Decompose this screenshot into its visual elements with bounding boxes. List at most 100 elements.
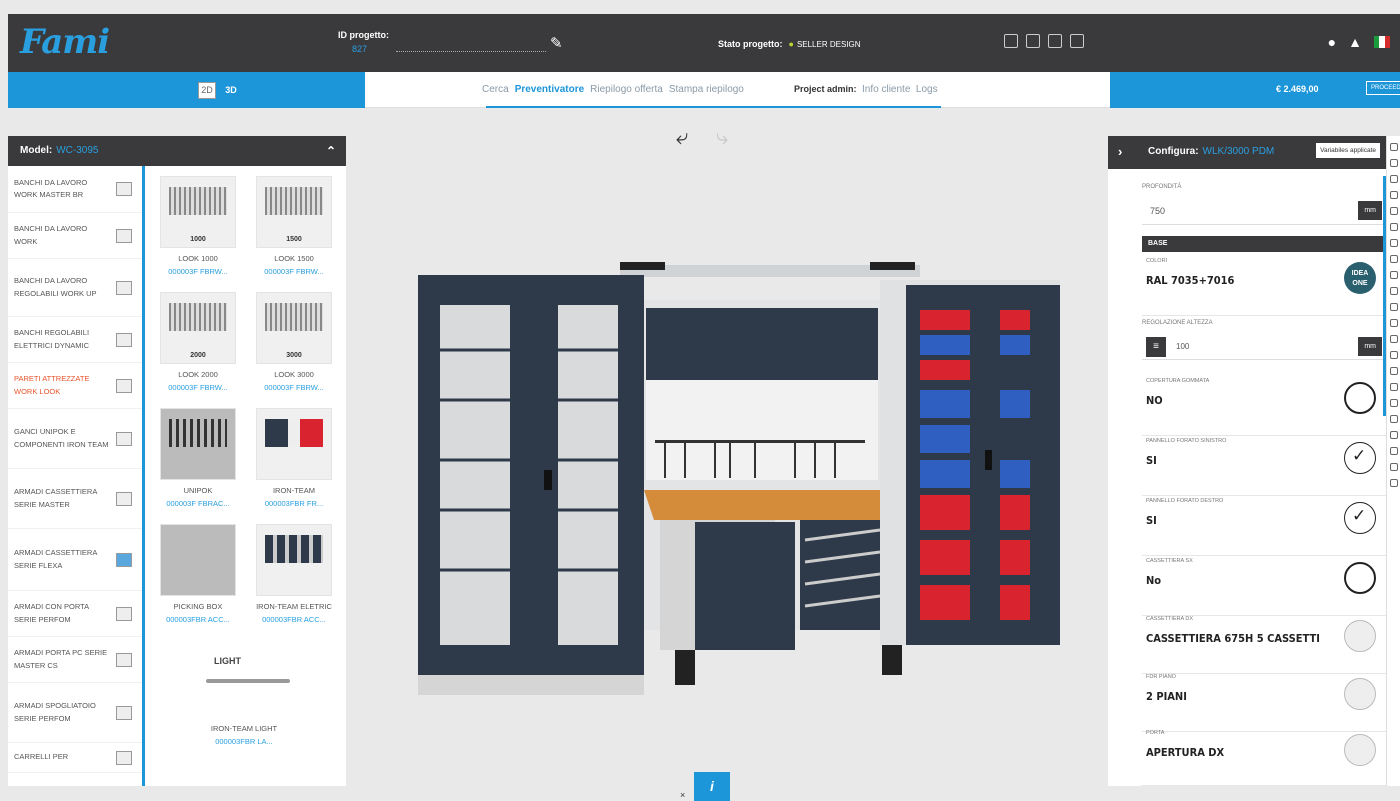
info-cliente-link[interactable]: Info cliente xyxy=(862,84,910,95)
door-thumb-icon[interactable] xyxy=(1344,734,1376,766)
shelf-thumb-icon[interactable] xyxy=(1344,678,1376,710)
product-code[interactable]: 000003F FBRAC... xyxy=(154,499,242,508)
close-x-icon[interactable]: × xyxy=(680,790,685,800)
option-cassettiera-dx[interactable]: CASSETTIERA DX CASSETTIERA 675H 5 CASSET… xyxy=(1142,616,1386,674)
folder-icon[interactable] xyxy=(1048,34,1062,48)
option-cassettiera-sx[interactable]: CASSETTIERA SX No xyxy=(1142,558,1386,616)
product-card[interactable]: PICKING BOX 000003FBR ACC... xyxy=(154,524,242,624)
category-item[interactable]: ARMADI CASSETTIERA SERIE FLEXA xyxy=(8,529,142,591)
product-code[interactable]: 000003F FBRW... xyxy=(250,383,338,392)
product-code[interactable]: 000003FBR ACC... xyxy=(154,615,242,624)
left-cabinet[interactable] xyxy=(418,275,644,695)
category-item[interactable]: ARMADI SPOGLIATOIO SERIE PERFOM xyxy=(8,683,142,743)
product-card[interactable]: 1000 LOOK 1000 000003F FBRW... xyxy=(154,176,242,276)
tool-icon[interactable] xyxy=(1389,191,1398,199)
tab-cerca[interactable]: Cerca xyxy=(482,84,509,95)
italian-flag-icon[interactable] xyxy=(1374,36,1390,48)
drawer-thumb-icon[interactable] xyxy=(1344,620,1376,652)
proceed-button[interactable]: PROCEED xyxy=(1366,81,1400,95)
category-item[interactable]: CARRELLI PER xyxy=(8,743,142,773)
collapse-chevron-icon[interactable]: ⌃ xyxy=(326,144,336,158)
info-panel-button[interactable]: i xyxy=(694,772,730,801)
tool-icon[interactable] xyxy=(1389,351,1398,359)
tool-icon[interactable] xyxy=(1389,367,1398,375)
tool-icon[interactable] xyxy=(1389,143,1398,151)
file-icon[interactable] xyxy=(1004,34,1018,48)
category-item[interactable]: BANCHI DA LAVORO WORK xyxy=(8,213,142,259)
chevron-right-icon[interactable]: › xyxy=(1118,144,1122,159)
tool-icon[interactable] xyxy=(1389,223,1398,231)
view-3d-button[interactable]: 3D xyxy=(222,82,240,99)
project-name-input[interactable] xyxy=(396,48,546,52)
user-icon[interactable]: ● xyxy=(1328,34,1336,50)
regolazione-input[interactable]: ≡ 100 mm xyxy=(1142,334,1386,360)
product-code[interactable]: 000003F FBRW... xyxy=(154,383,242,392)
product-code[interactable]: 000003FBR ACC... xyxy=(250,615,338,624)
tool-icon[interactable] xyxy=(1389,479,1398,487)
tool-icon[interactable] xyxy=(1389,255,1398,263)
product-card[interactable]: 3000 LOOK 3000 000003F FBRW... xyxy=(250,292,338,392)
product-card[interactable]: IRON-TEAM LIGHT 000003FBR LA... xyxy=(200,724,288,746)
product-card[interactable]: IRON-TEAM 000003FBR FR... xyxy=(250,408,338,508)
empty-circle-icon[interactable] xyxy=(1344,382,1376,414)
product-code[interactable]: 000003F FBRW... xyxy=(250,267,338,276)
grid-icon[interactable] xyxy=(1070,34,1084,48)
logs-link[interactable]: Logs xyxy=(916,84,938,95)
right-cabinet[interactable] xyxy=(880,280,1060,645)
category-item[interactable]: BANCHI DA LAVORO REGOLABILI WORK UP xyxy=(8,259,142,317)
save-icon[interactable] xyxy=(1026,34,1040,48)
worktop[interactable] xyxy=(644,490,920,520)
light-product-image[interactable] xyxy=(206,679,290,683)
tool-icon[interactable] xyxy=(1389,175,1398,183)
bell-icon[interactable]: ▲ xyxy=(1348,34,1362,50)
product-card[interactable]: IRON-TEAM ELETRIC 000003FBR ACC... xyxy=(250,524,338,624)
category-item[interactable]: ARMADI CON PORTA SERIE PERFOM xyxy=(8,591,142,637)
tool-icon[interactable] xyxy=(1389,463,1398,471)
undo-arrow-icon[interactable]: ⤶ xyxy=(676,124,688,150)
product-code[interactable]: 000003FBR LA... xyxy=(200,737,288,746)
tool-icon[interactable] xyxy=(1389,415,1398,423)
product-code[interactable]: 000003FBR FR... xyxy=(250,499,338,508)
product-card[interactable]: 2000 LOOK 2000 000003F FBRW... xyxy=(154,292,242,392)
category-item[interactable]: ARMADI PORTA PC SERIE MASTER CS xyxy=(8,637,142,683)
tab-stampa-riepilogo[interactable]: Stampa riepilogo xyxy=(669,84,744,95)
tab-preventivatore[interactable]: Preventivatore xyxy=(515,84,584,95)
view-2d-button[interactable]: 2D xyxy=(198,82,216,99)
tool-icon[interactable] xyxy=(1389,399,1398,407)
variables-applied-button[interactable]: Variabiles applicate xyxy=(1316,143,1380,158)
redo-arrow-icon[interactable]: ⤷ xyxy=(716,124,728,150)
fami-logo[interactable]: Fami xyxy=(20,22,110,62)
tool-icon[interactable] xyxy=(1389,239,1398,247)
profondita-input[interactable]: 750 mm xyxy=(1142,197,1386,225)
tool-icon[interactable] xyxy=(1389,335,1398,343)
product-card[interactable]: 1500 LOOK 1500 000003F FBRW... xyxy=(250,176,338,276)
tool-icon[interactable] xyxy=(1389,303,1398,311)
product-card[interactable]: UNIPOK 000003F FBRAC... xyxy=(154,408,242,508)
edit-pencil-icon[interactable]: ✎ xyxy=(550,34,563,52)
product-code[interactable]: 000003F FBRW... xyxy=(154,267,242,276)
option-fdr-piano[interactable]: FDR PIANO 2 PIANI xyxy=(1142,674,1386,732)
option-porta[interactable]: PORTA APERTURA DX xyxy=(1142,730,1386,786)
category-item[interactable]: BANCHI DA LAVORO WORK MASTER BR xyxy=(8,166,142,213)
check-circle-icon[interactable] xyxy=(1344,502,1376,534)
colore-option[interactable]: COLORI RAL 7035+7016 IDEA ONE xyxy=(1142,258,1386,316)
check-circle-icon[interactable] xyxy=(1344,442,1376,474)
empty-circle-icon[interactable] xyxy=(1344,562,1376,594)
tab-riepilogo-offerta[interactable]: Riepilogo offerta xyxy=(590,84,663,95)
option-copertura-gommata[interactable]: COPERTURA GOMMATA NO xyxy=(1142,378,1386,436)
category-item-active[interactable]: PARETI ATTREZZATE WORK LOOK xyxy=(8,363,142,409)
list-icon[interactable]: ≡ xyxy=(1146,336,1166,357)
option-pannello-destro[interactable]: PANNELLO FORATO DESTRO SI xyxy=(1142,498,1386,556)
option-pannello-sinistro[interactable]: PANNELLO FORATO SINISTRO SI xyxy=(1142,438,1386,496)
workstation-3d-view[interactable] xyxy=(410,250,1070,700)
tool-icon[interactable] xyxy=(1389,207,1398,215)
tool-icon[interactable] xyxy=(1389,431,1398,439)
tool-icon[interactable] xyxy=(1389,271,1398,279)
tool-icon[interactable] xyxy=(1389,447,1398,455)
category-item[interactable]: ARMADI CASSETTIERA SERIE MASTER xyxy=(8,469,142,529)
tool-icon[interactable] xyxy=(1389,159,1398,167)
category-item[interactable]: BANCHI REGOLABILI ELETTRICI DYNAMIC xyxy=(8,317,142,363)
tool-icon[interactable] xyxy=(1389,287,1398,295)
tool-icon[interactable] xyxy=(1389,319,1398,327)
tool-icon[interactable] xyxy=(1389,383,1398,391)
